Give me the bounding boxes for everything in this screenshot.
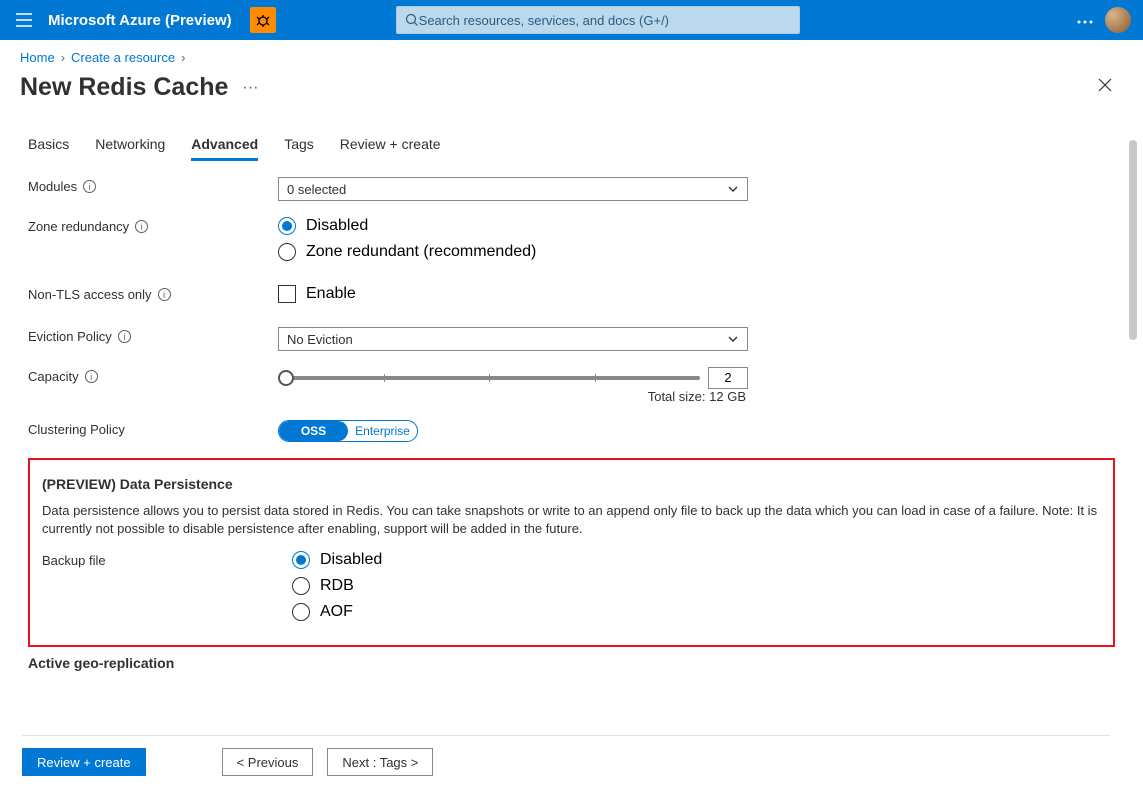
overflow-menu-icon[interactable]	[1065, 11, 1105, 29]
eviction-label: Eviction Policy	[28, 329, 112, 344]
info-icon[interactable]: i	[135, 220, 148, 233]
chevron-down-icon	[727, 183, 739, 195]
backup-label: Backup file	[42, 553, 106, 568]
backup-radio-aof[interactable]	[292, 603, 310, 621]
close-icon[interactable]	[1097, 77, 1113, 98]
nontls-checkbox[interactable]	[278, 285, 296, 303]
backup-radio-rdb[interactable]	[292, 577, 310, 595]
tab-advanced[interactable]: Advanced	[191, 136, 258, 161]
capacity-total: Total size: 12 GB	[278, 389, 748, 404]
slider-thumb[interactable]	[278, 370, 294, 386]
backup-radio-disabled[interactable]	[292, 551, 310, 569]
modules-label: Modules	[28, 179, 77, 194]
zone-radio-disabled[interactable]	[278, 217, 296, 235]
info-icon[interactable]: i	[83, 180, 96, 193]
review-create-button[interactable]: Review + create	[22, 748, 146, 776]
footer: Review + create < Previous Next : Tags >	[22, 735, 1110, 776]
search-field[interactable]	[396, 6, 800, 34]
capacity-value[interactable]: 2	[708, 367, 748, 389]
page-header: New Redis Cache ···	[0, 65, 1143, 116]
clustering-toggle[interactable]: OSS Enterprise	[278, 420, 418, 442]
chevron-right-icon: ›	[61, 50, 65, 65]
tab-review[interactable]: Review + create	[340, 136, 441, 161]
backup-radio-aof-label: AOF	[320, 603, 353, 621]
brand-name[interactable]: Microsoft Azure (Preview)	[48, 12, 244, 29]
next-button[interactable]: Next : Tags >	[327, 748, 433, 776]
chevron-down-icon	[727, 333, 739, 345]
clustering-oss[interactable]: OSS	[279, 421, 348, 441]
info-icon[interactable]: i	[85, 370, 98, 383]
data-persistence-section: (PREVIEW) Data Persistence Data persiste…	[28, 458, 1115, 647]
breadcrumb-home[interactable]: Home	[20, 50, 55, 65]
capacity-slider[interactable]	[278, 376, 700, 380]
clustering-label: Clustering Policy	[28, 422, 125, 437]
modules-select[interactable]: 0 selected	[278, 177, 748, 201]
form-content: Modules i 0 selected Zone redundancy i D…	[0, 161, 1143, 701]
clustering-enterprise[interactable]: Enterprise	[348, 421, 417, 441]
menu-icon[interactable]	[0, 0, 48, 40]
zone-label: Zone redundancy	[28, 219, 129, 234]
persistence-description: Data persistence allows you to persist d…	[42, 502, 1101, 537]
search-input[interactable]	[419, 13, 791, 28]
tabs: Basics Networking Advanced Tags Review +…	[0, 116, 1143, 161]
breadcrumb-create[interactable]: Create a resource	[71, 50, 175, 65]
backup-radio-rdb-label: RDB	[320, 577, 354, 595]
bug-icon[interactable]	[250, 7, 276, 33]
georep-heading: Active geo-replication	[28, 655, 1115, 671]
chevron-right-icon: ›	[181, 50, 185, 65]
search-icon	[405, 13, 419, 27]
eviction-select[interactable]: No Eviction	[278, 327, 748, 351]
nontls-label: Non-TLS access only	[28, 287, 152, 302]
modules-value: 0 selected	[287, 182, 346, 197]
avatar[interactable]	[1105, 7, 1131, 33]
top-bar: Microsoft Azure (Preview)	[0, 0, 1143, 40]
tab-basics[interactable]: Basics	[28, 136, 69, 161]
info-icon[interactable]: i	[158, 288, 171, 301]
breadcrumb: Home › Create a resource ›	[0, 40, 1143, 65]
zone-radio-redundant[interactable]	[278, 243, 296, 261]
previous-button[interactable]: < Previous	[222, 748, 314, 776]
tab-tags[interactable]: Tags	[284, 136, 314, 161]
page-title: New Redis Cache	[20, 73, 228, 102]
persistence-heading: (PREVIEW) Data Persistence	[42, 476, 1101, 492]
tab-networking[interactable]: Networking	[95, 136, 165, 161]
backup-radio-disabled-label: Disabled	[320, 551, 382, 569]
info-icon[interactable]: i	[118, 330, 131, 343]
zone-radio-redundant-label: Zone redundant (recommended)	[306, 243, 536, 261]
eviction-value: No Eviction	[287, 332, 353, 347]
more-icon[interactable]: ···	[242, 79, 258, 97]
capacity-label: Capacity	[28, 369, 79, 384]
nontls-checkbox-label: Enable	[306, 285, 356, 303]
zone-radio-disabled-label: Disabled	[306, 217, 368, 235]
